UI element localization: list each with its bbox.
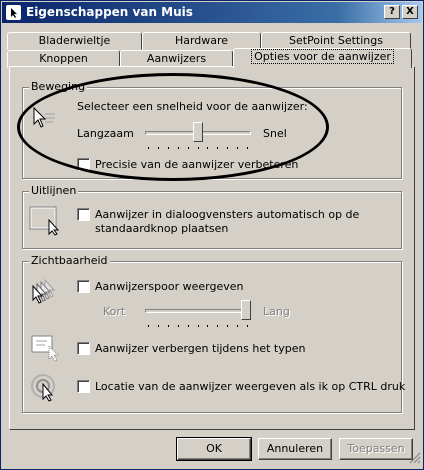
slider-tick (207, 325, 208, 327)
beweging-group: Beweging Selecteer een snelheid voor de … (22, 80, 402, 179)
snap-to-icon (29, 204, 61, 239)
slow-label: Langzaam (77, 127, 134, 140)
uitlijnen-label: Uitlijnen (29, 184, 79, 197)
slider-tick (237, 147, 238, 149)
beweging-label: Beweging (29, 80, 88, 93)
apply-button[interactable]: Toepassen (339, 438, 413, 460)
long-label: Lang (263, 305, 290, 318)
slider-tick (158, 325, 159, 327)
slider-tick (168, 325, 169, 327)
show-location-label: Locatie van de aanwijzer weergeven als i… (95, 380, 406, 393)
close-button[interactable]: X (402, 5, 418, 19)
zichtbaarheid-label: Zichtbaarheid (29, 254, 110, 267)
hide-pointer-label: Aanwijzer verbergen tijdens het typen (95, 342, 306, 355)
snap-to-default-line2: standaardknop plaatsen (95, 222, 229, 235)
trail-slider-ticks (148, 325, 248, 328)
fast-label: Snel (263, 127, 287, 140)
slider-tick (217, 147, 218, 149)
mouse-properties-window: Eigenschappen van Muis ? X Bladerwieltje… (0, 0, 424, 470)
slider-tick (247, 325, 248, 327)
speed-slider-ticks (148, 147, 248, 150)
hide-pointer-icon (31, 334, 63, 365)
help-button[interactable]: ? (384, 5, 400, 19)
hide-pointer-checkbox[interactable] (77, 342, 90, 355)
trail-slider-track[interactable] (145, 309, 251, 313)
slider-tick (207, 147, 208, 149)
slider-tick (198, 147, 199, 149)
window-title: Eigenschappen van Muis (26, 5, 193, 19)
zichtbaarheid-group: Zichtbaarheid Aanwijzerspoor weergeven K… (22, 254, 406, 413)
slider-tick (227, 147, 228, 149)
slider-tick (148, 147, 149, 149)
slider-tick (237, 325, 238, 327)
precision-label: Precisie van de aanwijzer verbeteren (95, 158, 299, 171)
slider-tick (158, 147, 159, 149)
pointer-trail-checkbox[interactable] (77, 280, 90, 293)
slider-tick (188, 325, 189, 327)
slider-tick (188, 147, 189, 149)
uitlijnen-group: Uitlijnen Aanwijzer in dialoogvensters a… (22, 184, 402, 249)
tab-bladerwieltje[interactable]: Bladerwieltje (7, 32, 142, 50)
slider-tick (178, 325, 179, 327)
speed-slider-thumb[interactable] (193, 122, 203, 142)
precision-checkbox[interactable] (77, 158, 90, 171)
pointer-speed-icon (31, 106, 57, 135)
snap-to-default-line1: Aanwijzer in dialoogvensters automatisch… (95, 208, 360, 221)
trail-slider-thumb[interactable] (241, 300, 251, 320)
short-label: Kort (103, 305, 126, 318)
show-location-checkbox[interactable] (77, 380, 90, 393)
mouse-icon (6, 5, 21, 20)
resize-grip-icon[interactable] (409, 452, 421, 467)
slider-tick (178, 147, 179, 149)
title-bar[interactable]: Eigenschappen van Muis ? X (2, 2, 422, 23)
cancel-button[interactable]: Annuleren (258, 438, 332, 460)
show-location-icon (31, 372, 63, 405)
slider-tick (168, 147, 169, 149)
ok-button[interactable]: OK (176, 437, 252, 461)
pointer-trail-label: Aanwijzerspoor weergeven (95, 280, 244, 293)
speed-prompt: Selecteer een snelheid voor de aanwijzer… (77, 100, 308, 113)
slider-tick (227, 325, 228, 327)
snap-to-default-checkbox[interactable] (77, 208, 90, 221)
tab-panel: Beweging Selecteer een snelheid voor de … (9, 66, 415, 430)
slider-tick (148, 325, 149, 327)
slider-tick (217, 325, 218, 327)
tab-opties-voor-de-aanwijzer[interactable]: Opties voor de aanwijzer (233, 48, 412, 68)
slider-tick (198, 325, 199, 327)
pointer-trail-icon (31, 278, 65, 307)
slider-tick (247, 147, 248, 149)
